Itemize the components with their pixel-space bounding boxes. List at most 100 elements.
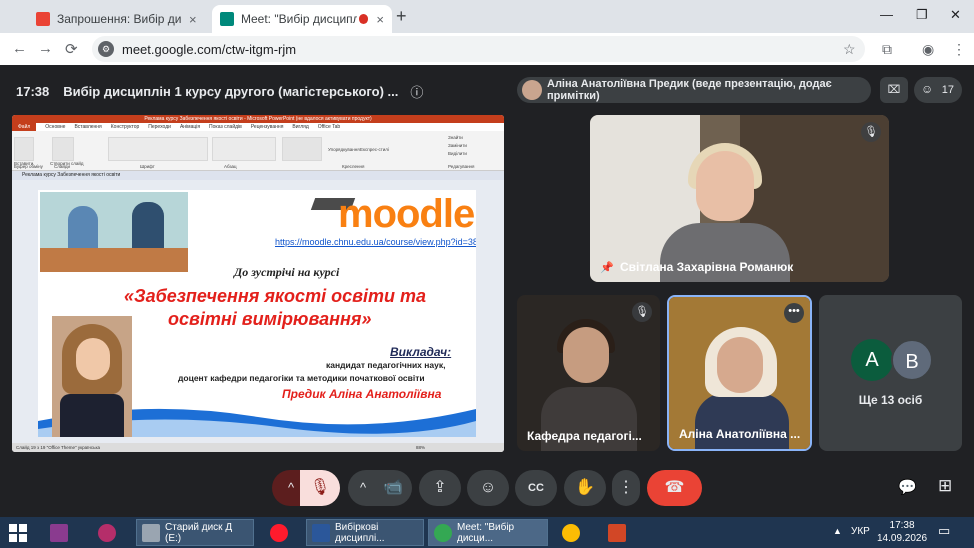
tab-close-icon[interactable]: × — [376, 12, 384, 27]
ppt-status-bar: Слайд 19 з 19 "Office Theme" українська … — [12, 443, 504, 452]
illustration-table — [40, 248, 188, 272]
system-clock[interactable]: 17:38 14.09.2026 — [877, 519, 927, 545]
back-icon[interactable]: ← — [12, 40, 27, 57]
more-options-icon[interactable]: ••• — [784, 303, 804, 323]
video-person — [717, 337, 763, 393]
chrome-pinned-button[interactable] — [562, 519, 585, 546]
powerpoint-taskbar-button[interactable] — [608, 519, 631, 546]
raise-hand-button[interactable]: ✋ — [564, 470, 606, 506]
participant-tile[interactable]: 🎙 Кафедра педагогі... — [517, 295, 660, 451]
opera-icon — [270, 523, 288, 542]
ribbon-block — [52, 137, 74, 161]
pdf-icon — [98, 523, 116, 542]
moodle-logo: moodle — [338, 192, 475, 236]
ppt-menu-item: Рецензування — [250, 124, 284, 130]
more-participants-tile[interactable]: А В Ще 13 осіб — [819, 295, 962, 451]
hide-presentation-icon: ⌧ — [887, 84, 901, 96]
slide-teacher-heading: Викладач: — [390, 345, 452, 359]
tab-meet[interactable]: Meet: "Вибір дисциплін 1 к × — [212, 5, 392, 33]
ribbon-group: Абзац — [224, 164, 237, 169]
ribbon-group: Креслення — [342, 164, 365, 169]
photo-face — [76, 338, 110, 380]
slide-content: moodle https://moodle.chnu.edu.ua/course… — [38, 190, 476, 437]
chrome-icon — [434, 523, 452, 542]
new-tab-button[interactable]: + — [396, 6, 407, 27]
meeting-header: 17:38 Вибір дисциплін 1 курсу другого (м… — [16, 82, 423, 101]
captions-button[interactable]: CC — [515, 470, 557, 506]
browser-tabstrip: Запрошення: Вибір дисциплін × Meet: "Виб… — [0, 0, 974, 33]
video-person — [696, 151, 754, 221]
people-icon: ☺ — [921, 82, 934, 96]
presenter-label: Аліна Анатоліївна Предик (веде презентац… — [547, 78, 832, 102]
reactions-button[interactable]: ☺ — [467, 470, 509, 506]
camera-button[interactable]: 📹 — [374, 470, 412, 506]
slide-teacher-name: Предик Аліна Анатоліївна — [282, 387, 442, 401]
drive-icon — [142, 523, 160, 542]
ribbon-block — [14, 137, 34, 161]
slide-teacher-position: доцент кафедри педагогіки та методики по… — [178, 373, 425, 383]
participant-tile[interactable]: 🎙 📌 Світлана Захарівна Романюк — [590, 115, 889, 282]
raise-hand-icon: ✋ — [575, 479, 595, 496]
leave-call-button[interactable]: ☎ — [647, 470, 702, 506]
ppt-window-title: Реклама курсу Забезпечення якості освіти… — [12, 115, 504, 123]
more-options-button[interactable]: ⋮ — [612, 470, 640, 506]
hang-up-icon: ☎ — [664, 479, 685, 496]
minimize-icon[interactable]: — — [880, 7, 893, 22]
presenter-chip[interactable]: Аліна Анатоліївна Предик (веде презентац… — [517, 77, 871, 103]
ribbon-label: Знайти — [448, 135, 463, 140]
opera-taskbar-button[interactable] — [270, 519, 293, 546]
pdf-taskbar-button[interactable] — [98, 519, 121, 546]
ribbon-label: Замінити — [448, 143, 467, 148]
language-indicator[interactable]: УКР — [851, 526, 870, 537]
tab-close-icon[interactable]: × — [189, 12, 197, 27]
winrar-taskbar-button[interactable] — [50, 519, 73, 546]
reload-icon[interactable]: ⟳ — [65, 40, 78, 58]
extensions-icon[interactable]: ⧉ — [882, 41, 892, 58]
participant-tile-active[interactable]: ••• Аліна Анатоліївна ... — [667, 295, 812, 451]
participant-name: Кафедра педагогі... — [527, 429, 642, 443]
address-bar[interactable]: ⚙ meet.google.com/ctw-itgm-rjm — [92, 36, 865, 62]
hide-presentation-button[interactable]: ⌧ — [880, 77, 908, 103]
powerpoint-icon — [608, 523, 626, 542]
captions-icon: CC — [528, 482, 544, 494]
site-info-icon[interactable]: ⚙ — [98, 41, 114, 57]
profile-icon[interactable]: ◉ — [922, 41, 934, 58]
clock-time: 17:38 — [889, 520, 915, 531]
activities-icon[interactable]: ⊞ — [938, 476, 952, 496]
info-icon[interactable]: ⓘ — [410, 82, 423, 101]
browser-menu-icon[interactable]: ⋮ — [952, 41, 966, 58]
explorer-taskbar-button[interactable]: Старий диск Д (E:) — [136, 519, 254, 546]
word-taskbar-button[interactable]: Вибіркові дисциплі... — [306, 519, 424, 546]
winrar-icon — [50, 523, 68, 542]
tab-invite[interactable]: Запрошення: Вибір дисциплін × — [28, 5, 210, 33]
photo-body — [60, 394, 124, 437]
present-icon: ⇪ — [433, 479, 447, 496]
tray-expand-icon[interactable]: ▲ — [833, 526, 842, 536]
chrome-taskbar-button[interactable]: Meet: "Вибір дисци... — [428, 519, 548, 546]
chat-icon[interactable]: 💬 — [898, 478, 917, 496]
slide-course-title-1: «Забезпечення якості освіти та — [124, 286, 426, 306]
meeting-time: 17:38 — [16, 84, 50, 99]
meet-stage: 17:38 Вибір дисциплін 1 курсу другого (м… — [0, 65, 974, 517]
camera-icon: 📹 — [383, 479, 403, 496]
word-icon — [312, 523, 330, 542]
more-participants-label: Ще 13 осіб — [858, 393, 923, 407]
forward-icon[interactable]: → — [38, 40, 53, 57]
maximize-icon[interactable]: ❐ — [916, 7, 928, 23]
taskbar-label: Meet: "Вибір дисци... — [457, 521, 515, 544]
participants-button[interactable]: ☺ 17 — [914, 77, 962, 103]
notifications-icon[interactable]: ▭ — [938, 523, 950, 539]
start-button[interactable] — [8, 519, 28, 546]
video-person — [563, 327, 609, 383]
ppt-menu-item: Конструктор — [110, 124, 140, 130]
microphone-button[interactable]: 🎙 — [300, 470, 340, 506]
participant-name: Світлана Захарівна Романюк — [620, 260, 794, 274]
meeting-title: Вибір дисциплін 1 курсу другого (магісте… — [63, 84, 399, 99]
ppt-menu-item: Office Tab — [317, 124, 341, 130]
ppt-menu-item: Анімація — [179, 124, 201, 130]
present-button[interactable]: ⇪ — [419, 470, 461, 506]
window-close-icon[interactable]: ✕ — [950, 7, 961, 23]
meet-icon — [220, 12, 234, 26]
bookmark-star-icon[interactable]: ☆ — [843, 41, 856, 58]
pin-icon[interactable]: 📌 — [600, 261, 614, 274]
